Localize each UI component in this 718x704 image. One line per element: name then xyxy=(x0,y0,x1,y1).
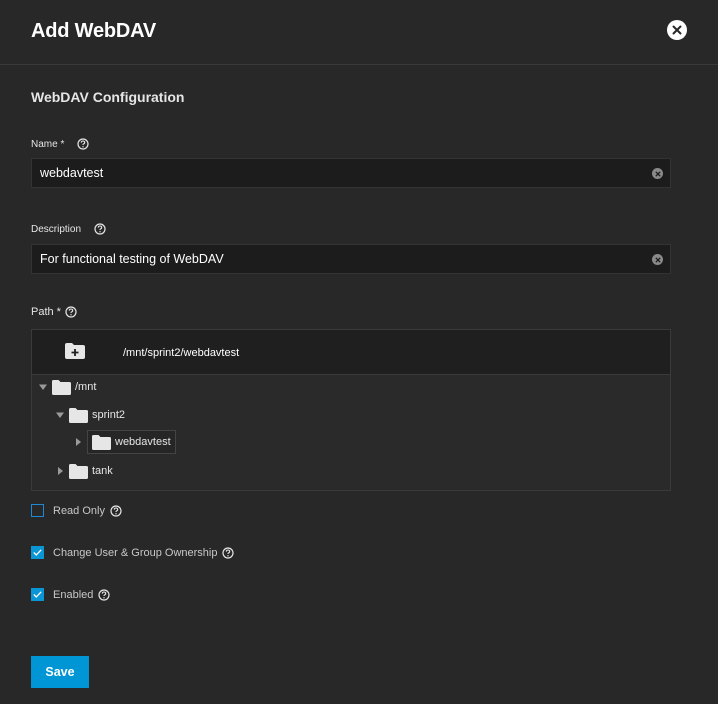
expand-arrow-icon[interactable] xyxy=(38,382,48,392)
description-field[interactable] xyxy=(31,244,671,274)
check-icon xyxy=(33,549,42,556)
selected-node[interactable]: webdavtest xyxy=(87,430,176,454)
close-button[interactable] xyxy=(667,20,687,40)
dialog-header: Add WebDAV xyxy=(0,0,718,65)
clear-icon[interactable] xyxy=(652,254,663,265)
save-button[interactable]: Save xyxy=(31,656,89,688)
collapsed-arrow-icon[interactable] xyxy=(55,466,65,476)
read-only-checkbox[interactable] xyxy=(31,504,44,517)
help-icon[interactable] xyxy=(110,504,122,517)
name-input[interactable] xyxy=(32,159,648,187)
folder-icon xyxy=(69,407,88,423)
tree-node-label: sprint2 xyxy=(92,409,126,421)
tree-node-mnt[interactable]: /mnt xyxy=(38,377,96,397)
read-only-label[interactable]: Read Only xyxy=(53,505,105,517)
path-label-row: Path * xyxy=(31,306,77,318)
tree-node-label: tank xyxy=(92,465,113,477)
help-icon[interactable] xyxy=(77,138,89,150)
description-label-row: Description xyxy=(31,223,106,235)
name-label: Name * xyxy=(31,138,65,150)
folder-icon xyxy=(52,379,71,395)
tree-node-label: webdavtest xyxy=(115,436,171,448)
tree-node-label: /mnt xyxy=(75,381,97,393)
name-label-row: Name * xyxy=(31,138,89,150)
read-only-row: Read Only xyxy=(31,504,122,517)
current-path: /mnt/sprint2/webdavtest xyxy=(123,347,240,359)
add-folder-icon[interactable] xyxy=(65,343,85,359)
help-icon[interactable] xyxy=(98,588,110,601)
check-icon xyxy=(33,591,42,598)
enabled-row: Enabled xyxy=(31,588,110,601)
path-label: Path * xyxy=(31,306,61,318)
name-field[interactable] xyxy=(31,158,671,188)
help-icon[interactable] xyxy=(65,306,77,318)
collapsed-arrow-icon[interactable] xyxy=(73,437,83,447)
help-icon[interactable] xyxy=(94,223,106,235)
tree-node-tank[interactable]: tank xyxy=(55,461,113,481)
help-icon[interactable] xyxy=(222,546,235,559)
description-input[interactable] xyxy=(32,245,648,273)
folder-icon xyxy=(92,434,111,450)
path-explorer: /mnt/sprint2/webdavtest /mnt sprint2 web… xyxy=(31,329,671,491)
tree-node-sprint2[interactable]: sprint2 xyxy=(55,405,125,425)
section-title: WebDAV Configuration xyxy=(31,89,185,105)
explorer-toolbar: /mnt/sprint2/webdavtest xyxy=(32,330,670,375)
enabled-label[interactable]: Enabled xyxy=(53,589,93,601)
dialog-title: Add WebDAV xyxy=(31,20,157,42)
change-ownership-label[interactable]: Change User & Group Ownership xyxy=(53,547,217,559)
change-ownership-checkbox[interactable] xyxy=(31,546,44,559)
change-ownership-row: Change User & Group Ownership xyxy=(31,546,235,559)
tree-node-webdavtest[interactable]: webdavtest xyxy=(73,430,176,454)
enabled-checkbox[interactable] xyxy=(31,588,44,601)
close-icon xyxy=(672,25,682,35)
clear-icon[interactable] xyxy=(652,168,663,179)
folder-icon xyxy=(69,463,88,479)
expand-arrow-icon[interactable] xyxy=(55,410,65,420)
description-label: Description xyxy=(31,223,82,235)
